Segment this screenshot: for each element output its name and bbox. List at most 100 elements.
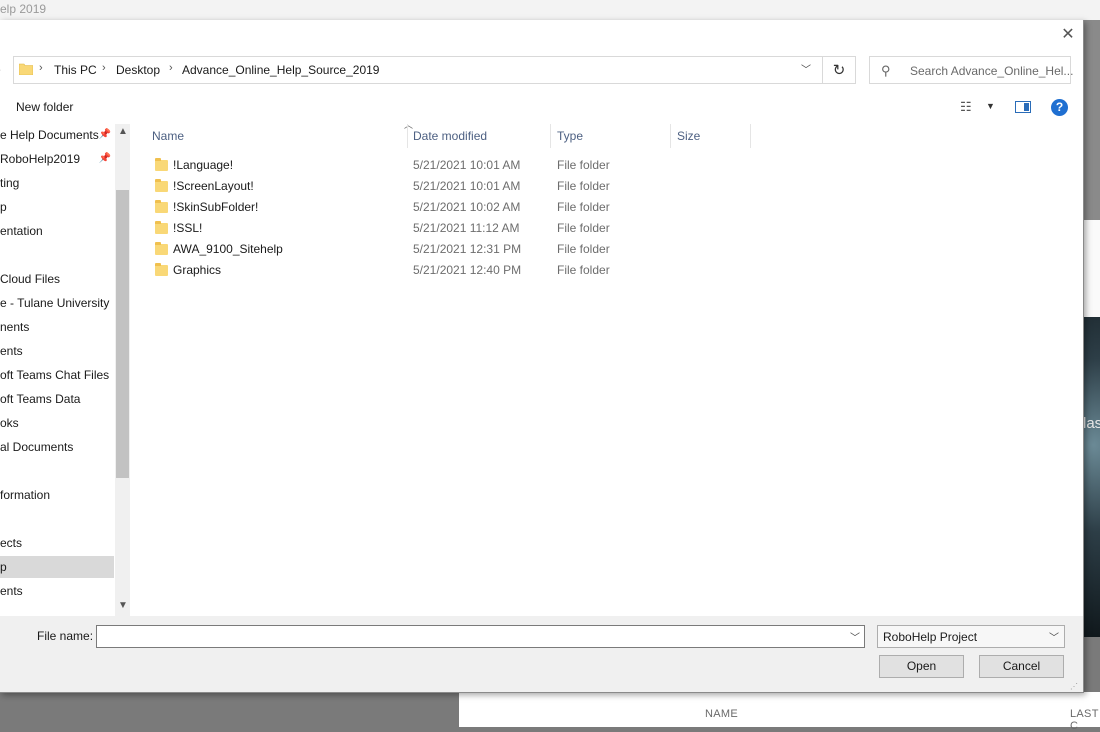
nav-item-label: ents	[0, 584, 23, 598]
file-row[interactable]: !SkinSubFolder! 5/21/2021 10:02 AM File fo…	[150, 197, 750, 218]
nav-item[interactable]: p	[0, 196, 114, 218]
nav-item-label: p	[0, 560, 7, 574]
file-row[interactable]: !Language! 5/21/2021 10:01 AM File folder	[150, 155, 750, 176]
file-type: File folder	[557, 242, 610, 256]
nav-item[interactable]: e - Tulane University	[0, 292, 114, 314]
resize-grip-icon[interactable]: ⋰	[1070, 682, 1078, 691]
background-image: las	[1083, 317, 1100, 637]
file-date-modified: 5/21/2021 10:01 AM	[413, 158, 521, 172]
breadcrumb-this-pc[interactable]: This PC	[54, 63, 97, 77]
nav-item[interactable]: al Documents	[0, 436, 114, 458]
search-placeholder: Search Advance_Online_Hel...	[910, 64, 1074, 78]
refresh-icon[interactable]: ↻	[823, 56, 856, 84]
folder-icon	[155, 158, 168, 171]
help-icon[interactable]: ?	[1051, 99, 1068, 116]
nav-item[interactable]	[0, 508, 114, 530]
background-panel	[1083, 20, 1100, 220]
nav-item[interactable]: ting	[0, 172, 114, 194]
chevron-down-icon[interactable]: ﹀	[850, 629, 860, 644]
nav-item[interactable]: oft Teams Chat Files	[0, 364, 114, 386]
folder-icon	[155, 200, 168, 213]
nav-item-label: ents	[0, 344, 23, 358]
nav-item[interactable]: e Help Documents 📌	[0, 124, 114, 146]
column-date-modified[interactable]: Date modified	[407, 124, 551, 148]
breadcrumb-current-folder[interactable]: Advance_Online_Help_Source_2019	[182, 63, 379, 77]
background-column-name: NAME	[705, 708, 738, 720]
chevron-down-icon[interactable]: ﹀	[801, 61, 811, 76]
nav-item[interactable]: Cloud Files	[0, 268, 114, 290]
nav-item-label: nents	[0, 320, 30, 334]
pin-icon: 📌	[98, 129, 111, 140]
nav-item-label: ting	[0, 176, 20, 190]
nav-item[interactable]: p	[0, 556, 114, 578]
file-type: File folder	[557, 221, 610, 235]
nav-item[interactable]: formation	[0, 484, 114, 506]
file-name: !SSL!	[173, 221, 203, 235]
chevron-right-icon: ›	[39, 62, 43, 74]
search-icon: ⚲	[881, 63, 891, 78]
nav-item-label: entation	[0, 224, 43, 238]
nav-item-label: oft Teams Chat Files	[0, 368, 110, 382]
nav-item[interactable]	[0, 460, 114, 482]
up-arrow-icon[interactable]: ↑	[0, 64, 2, 78]
nav-item[interactable]: oks	[0, 412, 114, 434]
search-box[interactable]: ⚲ Search Advance_Online_Hel...	[869, 56, 1074, 84]
file-date-modified: 5/21/2021 12:31 PM	[413, 242, 522, 256]
scroll-down-icon[interactable]: ▼	[118, 600, 128, 611]
breadcrumb-desktop[interactable]: Desktop	[116, 63, 160, 77]
file-row[interactable]: AWA_9100_Sitehelp 5/21/2021 12:31 PM File …	[150, 239, 750, 260]
background-table-header	[459, 692, 1100, 727]
navigation-scrollbar[interactable]: ▲ ▼	[115, 124, 130, 616]
nav-item[interactable]: oft Teams Data	[0, 388, 114, 410]
nav-item-label: RoboHelp2019	[0, 152, 81, 166]
open-button[interactable]: Open	[879, 655, 964, 678]
navigation-pane: e Help Documents 📌 RoboHelp2019 📌 ting p entat…	[0, 124, 114, 616]
column-size[interactable]: Size	[671, 124, 751, 148]
nav-item-label: oks	[0, 416, 19, 430]
file-row[interactable]: !SSL! 5/21/2021 11:12 AM File folder	[150, 218, 750, 239]
file-name: !SkinSubFolder!	[173, 200, 259, 214]
nav-item-label: oft Teams Data	[0, 392, 81, 406]
pin-icon: 📌	[98, 153, 111, 164]
chevron-right-icon[interactable]: ›	[169, 62, 173, 74]
nav-item-label: al Documents	[0, 440, 74, 454]
preview-pane-icon[interactable]	[1015, 101, 1031, 113]
file-name: !Language!	[173, 158, 234, 172]
nav-item[interactable]: ects	[0, 532, 114, 554]
scrollbar-thumb[interactable]	[116, 190, 129, 478]
file-date-modified: 5/21/2021 10:02 AM	[413, 200, 521, 214]
address-bar[interactable]: › This PC › Desktop › Advance_Online_Hel…	[13, 56, 823, 84]
view-options-icon[interactable]: ☷	[960, 99, 972, 115]
column-name[interactable]: Name	[146, 124, 408, 148]
nav-item[interactable]: ents	[0, 340, 114, 362]
nav-item[interactable]: RoboHelp2019 📌	[0, 148, 114, 170]
nav-item[interactable]: ents	[0, 580, 114, 602]
file-name-input[interactable]: ﹀	[96, 625, 865, 648]
close-icon[interactable]: ✕	[1058, 25, 1078, 45]
new-folder-button[interactable]: New folder	[16, 100, 73, 114]
nav-item-label: ects	[0, 536, 23, 550]
folder-icon	[19, 63, 33, 75]
column-type[interactable]: Type	[551, 124, 671, 148]
file-type-select[interactable]: RoboHelp Project ﹀	[877, 625, 1065, 648]
file-type: File folder	[557, 200, 610, 214]
cancel-button[interactable]: Cancel	[979, 655, 1064, 678]
dialog-footer: File name: ﹀ RoboHelp Project ﹀ Open Can…	[0, 616, 1083, 692]
file-row[interactable]: !ScreenLayout! 5/21/2021 10:01 AM File fol…	[150, 176, 750, 197]
open-file-dialog: ✕ ↑ › This PC › Desktop › Advance_Online…	[0, 20, 1084, 693]
background-image-text: las	[1083, 415, 1100, 432]
nav-item[interactable]: entation	[0, 220, 114, 242]
chevron-right-icon[interactable]: ›	[102, 62, 106, 74]
file-name-label: File name:	[37, 629, 94, 643]
scroll-up-icon[interactable]: ▲	[118, 126, 128, 137]
file-date-modified: 5/21/2021 11:12 AM	[413, 221, 520, 235]
nav-item[interactable]: nents	[0, 316, 114, 338]
nav-item-label: Cloud Files	[0, 272, 61, 286]
file-row[interactable]: Graphics 5/21/2021 12:40 PM File folder	[150, 260, 750, 281]
background-column-last: LAST C	[1070, 708, 1099, 732]
folder-icon	[155, 221, 168, 234]
chevron-down-icon[interactable]: ▼	[986, 101, 995, 111]
nav-item[interactable]	[0, 244, 114, 266]
file-type: File folder	[557, 179, 610, 193]
file-name: !ScreenLayout!	[173, 179, 254, 193]
